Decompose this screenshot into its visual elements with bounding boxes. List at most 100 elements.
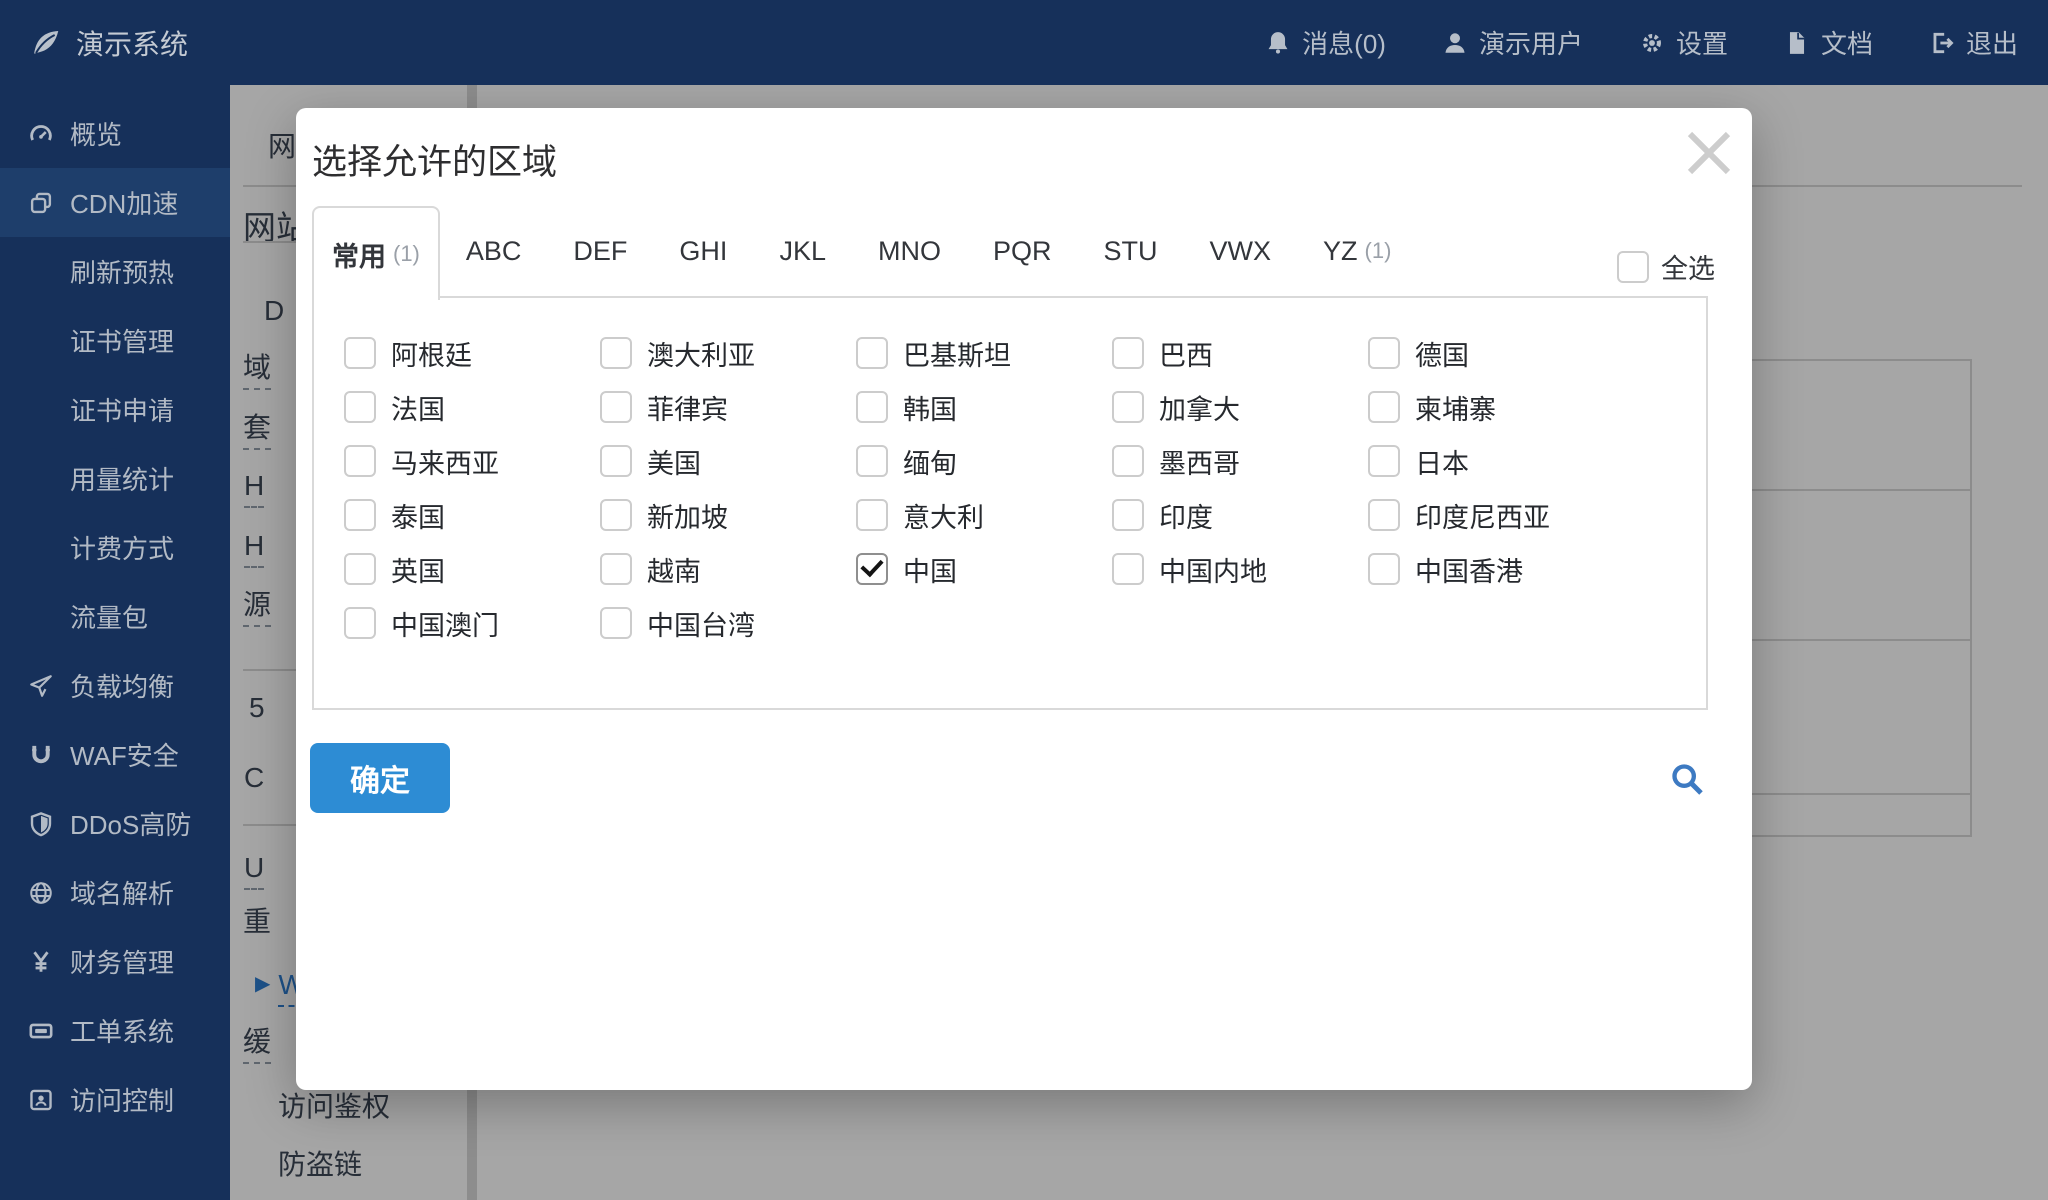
region-tab[interactable]: YZ (1)	[1297, 206, 1417, 296]
checkbox[interactable]	[856, 499, 888, 531]
checkbox[interactable]	[600, 445, 632, 477]
region-option[interactable]: 马来西亚	[344, 442, 600, 481]
checkbox[interactable]	[344, 337, 376, 369]
checkbox[interactable]	[600, 607, 632, 639]
region-label: 中国台湾	[647, 610, 755, 641]
region-tab[interactable]: VWX	[1183, 206, 1297, 296]
topbar-menu-item[interactable]: 文档	[1784, 24, 1873, 61]
checkbox[interactable]	[600, 391, 632, 423]
sidebar-item-label: CDN加速	[70, 189, 179, 219]
checkbox[interactable]	[1112, 337, 1144, 369]
region-tab[interactable]: STU	[1077, 206, 1183, 296]
checkbox[interactable]	[1368, 337, 1400, 369]
sidebar-item[interactable]: 概览	[0, 99, 230, 168]
region-option[interactable]: 澳大利亚	[600, 334, 856, 373]
checkbox[interactable]	[856, 553, 888, 585]
region-option[interactable]: 缅甸	[856, 442, 1112, 481]
checkbox[interactable]	[1112, 391, 1144, 423]
checkbox[interactable]	[1368, 445, 1400, 477]
region-option[interactable]: 法国	[344, 388, 600, 427]
region-tab[interactable]: DEF	[547, 206, 653, 296]
checkbox[interactable]	[344, 553, 376, 585]
select-all[interactable]: 全选	[1617, 247, 1715, 286]
sidebar-item[interactable]: 访问控制	[0, 1065, 230, 1134]
confirm-button[interactable]: 确定	[310, 743, 450, 813]
region-option[interactable]: 加拿大	[1112, 388, 1368, 427]
checkbox[interactable]	[600, 499, 632, 531]
sidebar-item[interactable]: CDN加速	[0, 168, 230, 237]
checkbox[interactable]	[600, 337, 632, 369]
region-tab[interactable]: 常用 (1)	[312, 206, 440, 300]
sidebar-item[interactable]: 计费方式	[0, 513, 230, 582]
region-option[interactable]: 美国	[600, 442, 856, 481]
region-tab[interactable]: ABC	[440, 206, 548, 296]
region-option[interactable]: 中国香港	[1368, 550, 1624, 589]
region-option[interactable]: 越南	[600, 550, 856, 589]
sidebar-item[interactable]: 工单系统	[0, 996, 230, 1065]
region-tab[interactable]: GHI	[653, 206, 753, 296]
sidebar-item-label: 工单系统	[70, 1017, 175, 1047]
region-option[interactable]: 中国内地	[1112, 550, 1368, 589]
topbar-menu-item[interactable]: 演示用户	[1442, 24, 1583, 61]
sidebar-item[interactable]: 刷新预热	[0, 237, 230, 306]
region-option[interactable]: 印度	[1112, 496, 1368, 535]
sidebar-item[interactable]: 域名解析	[0, 858, 230, 927]
sidebar-item[interactable]: WAF安全	[0, 720, 230, 789]
topbar-menu-item[interactable]: 消息(0)	[1265, 24, 1386, 61]
region-option[interactable]: 泰国	[344, 496, 600, 535]
close-icon[interactable]	[1682, 126, 1736, 180]
checkbox[interactable]	[856, 445, 888, 477]
checkbox[interactable]	[344, 499, 376, 531]
checkbox[interactable]	[1112, 499, 1144, 531]
region-option[interactable]: 中国台湾	[600, 604, 856, 643]
sidebar-item[interactable]: 用量统计	[0, 444, 230, 513]
checkbox[interactable]	[1368, 553, 1400, 585]
region-option[interactable]: 中国澳门	[344, 604, 600, 643]
region-option[interactable]: 德国	[1368, 334, 1624, 373]
region-option[interactable]: 柬埔寨	[1368, 388, 1624, 427]
checkbox[interactable]	[1112, 553, 1144, 585]
topbar-menu-label: 文档	[1820, 29, 1873, 59]
region-option[interactable]: 墨西哥	[1112, 442, 1368, 481]
region-label: 越南	[647, 556, 701, 587]
checkbox[interactable]	[600, 553, 632, 585]
checkbox[interactable]	[344, 391, 376, 423]
gear-icon	[1639, 30, 1665, 56]
checkbox[interactable]	[344, 607, 376, 639]
region-option[interactable]: 巴西	[1112, 334, 1368, 373]
region-tab[interactable]: MNO	[852, 206, 967, 296]
region-option[interactable]: 阿根廷	[344, 334, 600, 373]
region-option[interactable]: 印度尼西亚	[1368, 496, 1624, 535]
checkbox[interactable]	[856, 391, 888, 423]
checkbox[interactable]	[1368, 391, 1400, 423]
region-option[interactable]: 意大利	[856, 496, 1112, 535]
topbar-menu-item[interactable]: 设置	[1639, 24, 1728, 61]
globe-icon	[28, 880, 54, 906]
sidebar-item[interactable]: 财务管理	[0, 927, 230, 996]
sidebar-item[interactable]: 流量包	[0, 582, 230, 651]
modal-title: 选择允许的区域	[312, 143, 558, 182]
brand[interactable]: 演示系统	[0, 23, 188, 63]
topbar-menu-item[interactable]: 退出	[1929, 24, 2018, 61]
checkbox[interactable]	[856, 337, 888, 369]
region-option[interactable]: 日本	[1368, 442, 1624, 481]
sidebar-item[interactable]: 证书管理	[0, 306, 230, 375]
region-label: 马来西亚	[391, 448, 499, 479]
sidebar-item[interactable]: DDoS高防	[0, 789, 230, 858]
region-option[interactable]: 韩国	[856, 388, 1112, 427]
region-option[interactable]: 新加坡	[600, 496, 856, 535]
region-option[interactable]: 英国	[344, 550, 600, 589]
search-icon[interactable]	[1664, 756, 1710, 802]
checkbox[interactable]	[1112, 445, 1144, 477]
select-all-checkbox[interactable]	[1617, 250, 1649, 283]
region-tab[interactable]: JKL	[753, 206, 852, 296]
region-option[interactable]: 中国	[856, 550, 1112, 589]
region-option[interactable]: 菲律宾	[600, 388, 856, 427]
region-option[interactable]: 巴基斯坦	[856, 334, 1112, 373]
sidebar-item[interactable]: 证书申请	[0, 375, 230, 444]
checkbox[interactable]	[1368, 499, 1400, 531]
region-tab[interactable]: PQR	[967, 206, 1078, 296]
sidebar-item-label: 证书管理	[70, 327, 175, 357]
checkbox[interactable]	[344, 445, 376, 477]
sidebar-item[interactable]: 负载均衡	[0, 651, 230, 720]
